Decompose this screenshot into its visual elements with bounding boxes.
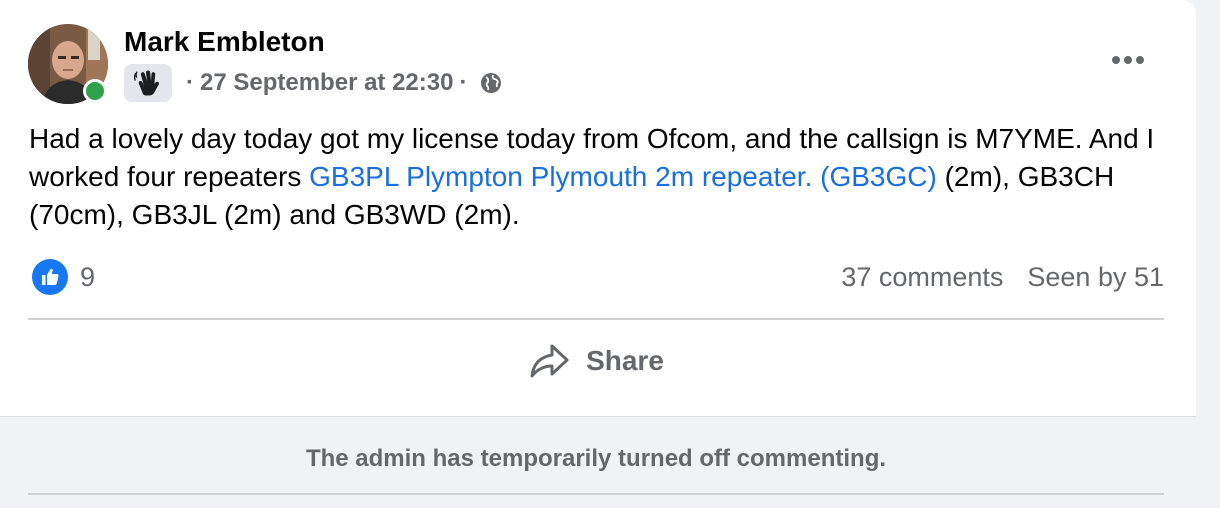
author-name[interactable]: Mark Embleton xyxy=(124,26,325,58)
footer-divider xyxy=(28,493,1164,495)
more-options-button[interactable] xyxy=(1104,40,1152,80)
reaction-count: 9 xyxy=(80,261,96,292)
comments-disabled-footer: The admin has temporarily turned off com… xyxy=(0,416,1196,508)
meta-separator-2: · xyxy=(459,69,468,96)
like-icon xyxy=(32,259,68,295)
meta-separator: · xyxy=(186,69,194,96)
reactions-summary[interactable]: 9 xyxy=(32,258,95,296)
post-card: Mark Embleton · 27 September at 22:30 · … xyxy=(0,0,1196,508)
seen-by-count[interactable]: Seen by 51 xyxy=(1027,262,1164,293)
author-avatar[interactable] xyxy=(28,24,108,104)
post-meta: · 27 September at 22:30 · xyxy=(124,64,503,102)
online-status-indicator xyxy=(83,79,107,103)
comments-count[interactable]: 37 comments xyxy=(841,262,1003,293)
share-button[interactable]: Share xyxy=(28,326,1164,396)
repeater-link[interactable]: GB3PL Plympton Plymouth 2m repeater. (GB… xyxy=(309,161,937,192)
post-text: Had a lovely day today got my license to… xyxy=(29,120,1169,234)
globe-icon[interactable] xyxy=(479,71,503,95)
more-options-icon xyxy=(1112,56,1144,64)
comments-disabled-notice: The admin has temporarily turned off com… xyxy=(305,445,887,472)
post-timestamp[interactable]: 27 September at 22:30 xyxy=(200,69,453,97)
divider xyxy=(28,318,1164,320)
waving-hand-icon[interactable] xyxy=(124,64,172,102)
share-arrow-icon xyxy=(530,344,569,378)
post-stats: 37 comments Seen by 51 xyxy=(841,258,1164,296)
share-label: Share xyxy=(586,345,664,376)
